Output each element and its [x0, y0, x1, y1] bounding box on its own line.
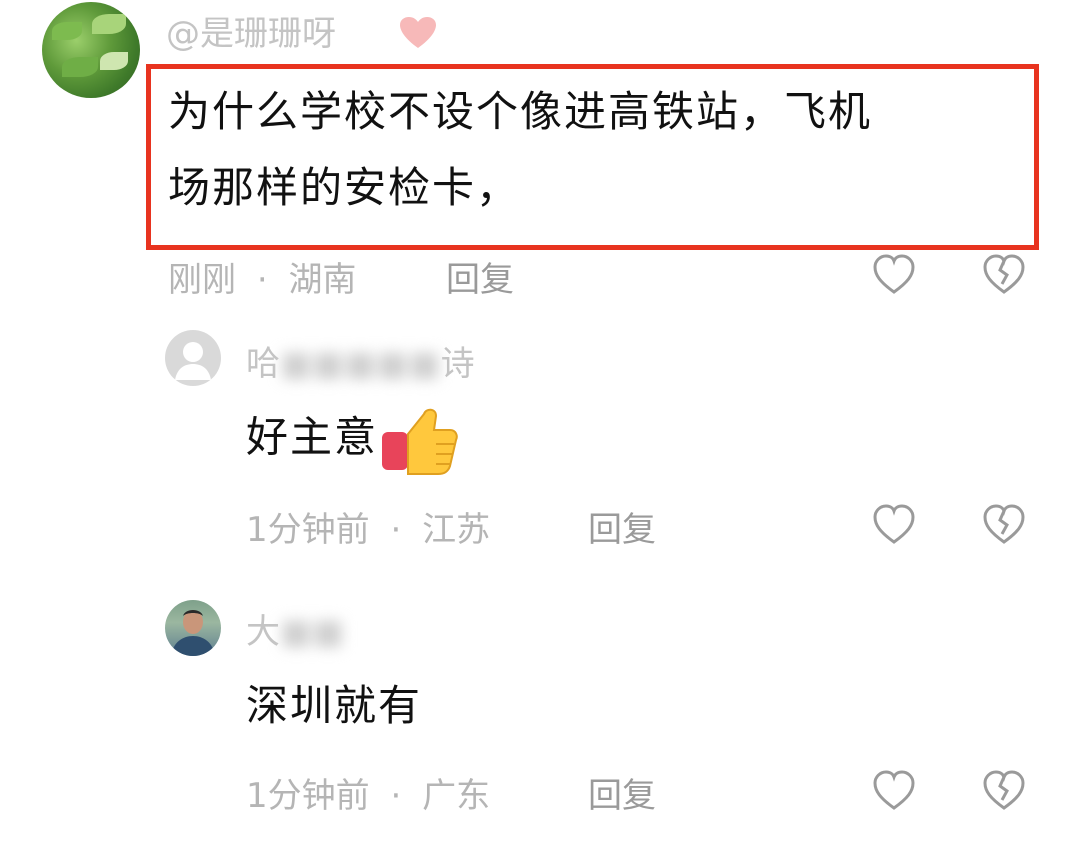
avatar[interactable] — [165, 600, 221, 656]
comment-location: 江苏 — [422, 510, 491, 550]
comment-username[interactable]: 大■■ — [246, 604, 344, 653]
comment-location: 广东 — [422, 776, 491, 816]
comment-username[interactable]: 哈■■■■■诗 — [246, 336, 475, 385]
dislike-broken-heart-icon[interactable] — [980, 500, 1028, 548]
avatar[interactable] — [42, 2, 140, 98]
reply-button[interactable]: 回复 — [588, 768, 656, 817]
meta-separator: · — [390, 776, 402, 816]
comment-username[interactable]: @是珊珊呀 — [166, 6, 336, 55]
comment-location: 湖南 — [288, 260, 357, 300]
thumbs-up-icon — [382, 408, 458, 475]
comment-text-line: 为什么学校不设个像进高铁站，飞机 — [168, 87, 873, 136]
like-icon[interactable] — [870, 250, 918, 298]
reply-button[interactable]: 回复 — [446, 252, 514, 301]
comment-meta: 1分钟前 · 广东 — [246, 768, 490, 817]
comment-meta: 刚刚 · 湖南 — [168, 252, 356, 301]
comment-meta: 1分钟前 · 江苏 — [246, 502, 490, 551]
comment-text: 好主意 — [246, 404, 458, 476]
dislike-broken-heart-icon[interactable] — [980, 250, 1028, 298]
like-icon[interactable] — [870, 766, 918, 814]
comment-time: 刚刚 — [168, 260, 236, 300]
meta-separator: · — [256, 260, 268, 300]
comment-text: 深圳就有 — [246, 681, 423, 730]
dislike-broken-heart-icon[interactable] — [980, 766, 1028, 814]
avatar[interactable] — [165, 330, 221, 386]
heart-emoji-icon — [400, 17, 436, 48]
like-icon[interactable] — [870, 500, 918, 548]
comment-time: 1分钟前 — [246, 776, 370, 816]
comment-text-line: 场那样的安检卡， — [168, 163, 521, 212]
reply-button[interactable]: 回复 — [588, 502, 656, 551]
comment-time: 1分钟前 — [246, 510, 370, 550]
meta-separator: · — [390, 510, 402, 550]
